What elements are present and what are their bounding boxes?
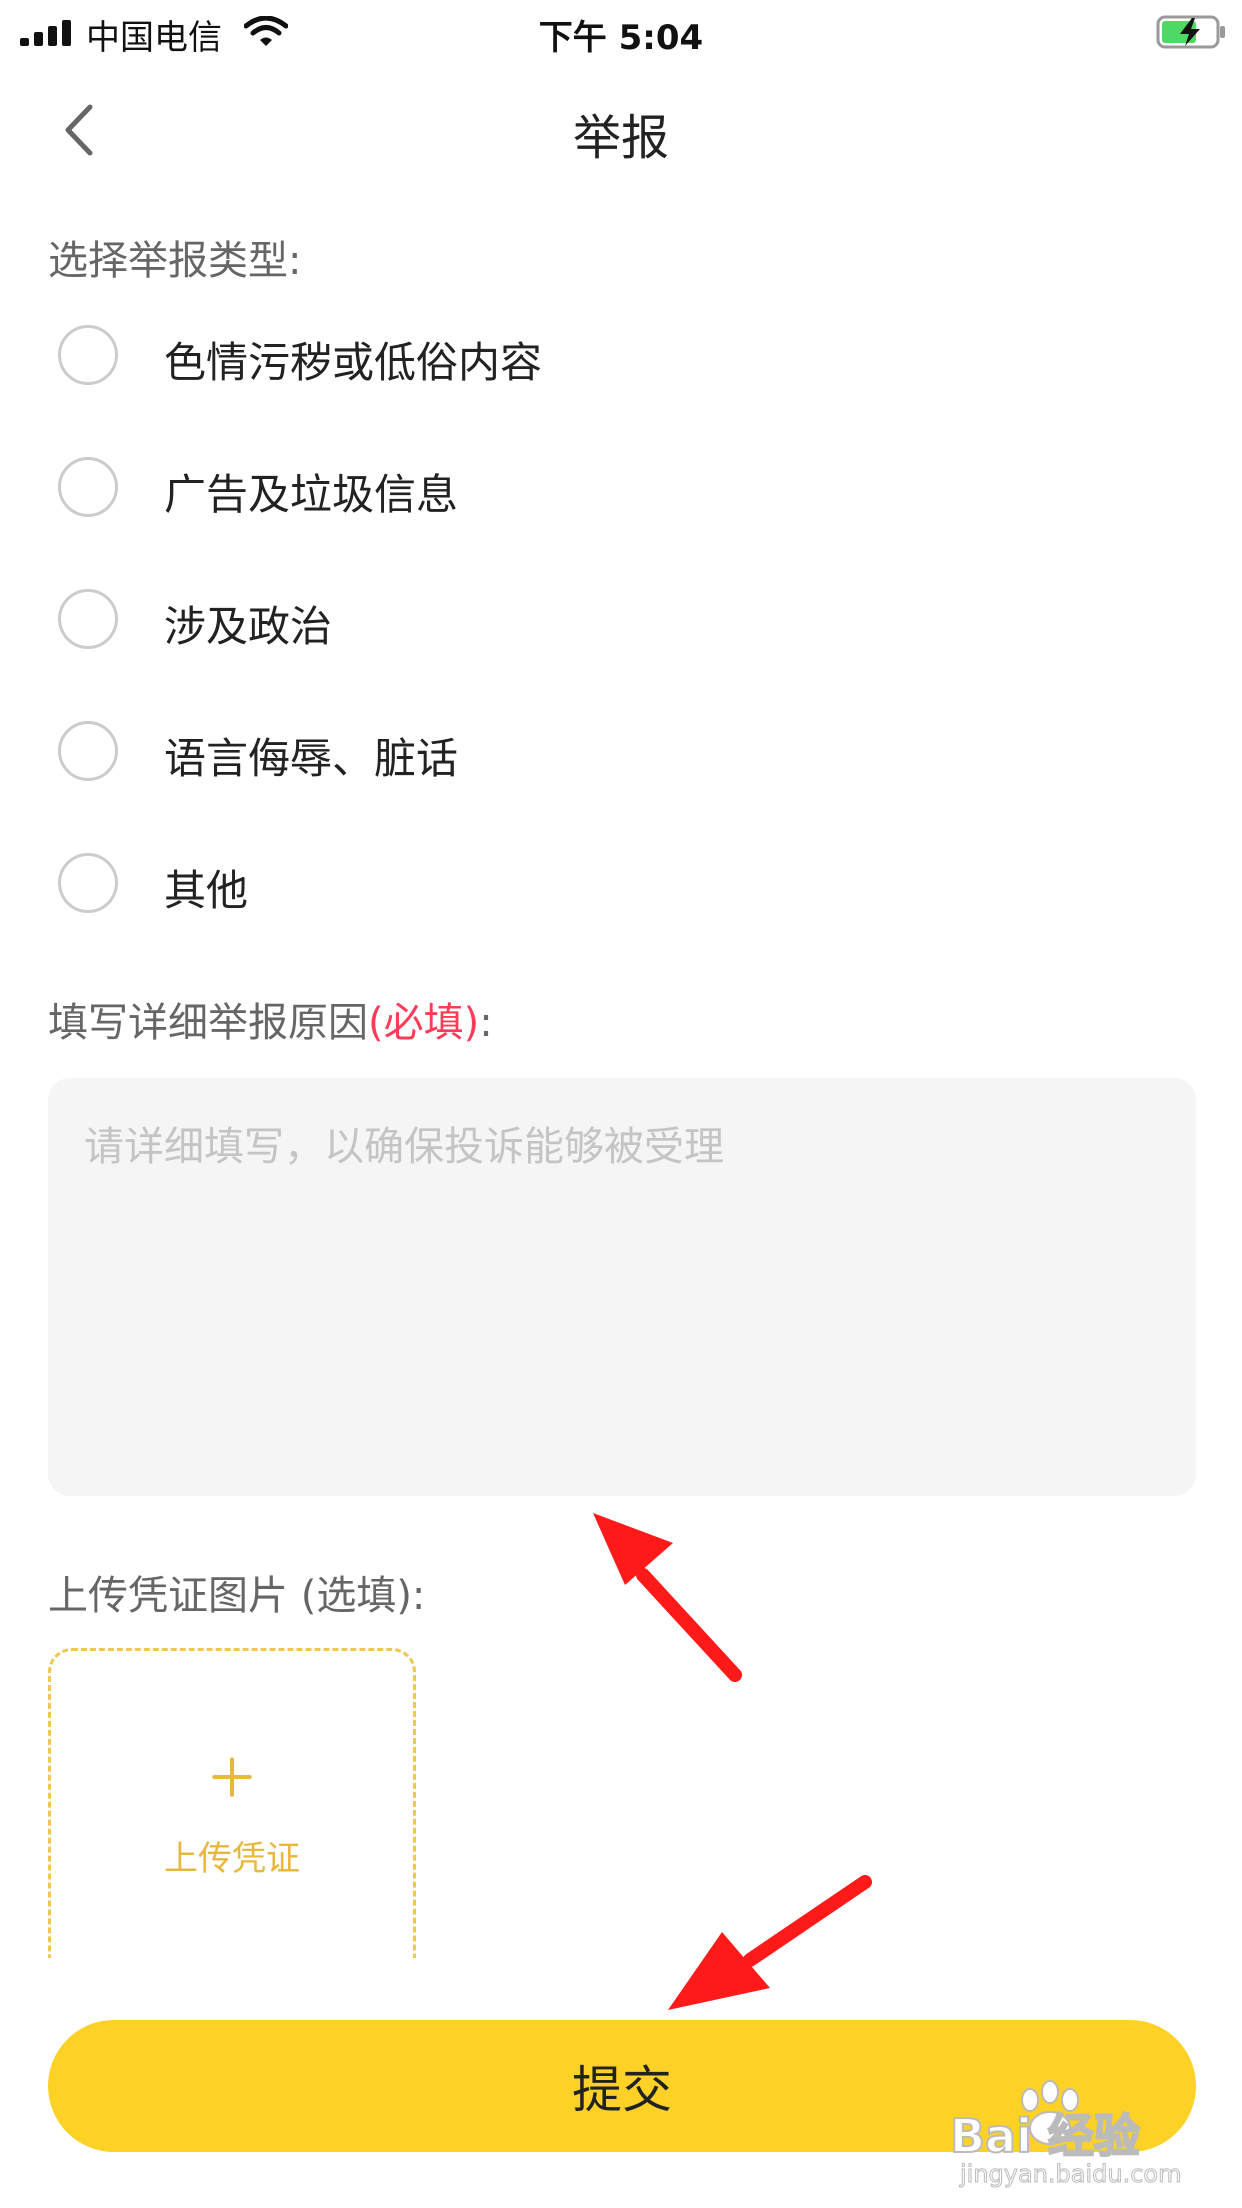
status-time: 下午 5:04 — [538, 18, 704, 58]
battery-charging-icon — [1156, 15, 1225, 49]
report-type-label: 选择举报类型: — [48, 238, 302, 284]
red-arrow-icon — [593, 1513, 742, 1682]
page-title: 举报 — [572, 110, 669, 166]
watermark-url: jingyan.baidu.com — [959, 2160, 1182, 2189]
option-label: 涉及政治 — [164, 602, 333, 651]
status-bar: 中国电信 下午 5:04 — [0, 0, 1242, 62]
reason-input[interactable] — [48, 1078, 1196, 1496]
option-label: 广告及垃圾信息 — [164, 470, 459, 519]
radio-button[interactable] — [58, 457, 118, 517]
red-arrow-icon — [668, 1875, 872, 2010]
radio-button[interactable] — [58, 325, 118, 385]
option-label: 语言侮辱、脏话 — [164, 734, 459, 783]
option-insult[interactable]: 语言侮辱、脏话 — [58, 713, 758, 793]
option-political[interactable]: 涉及政治 — [58, 581, 758, 661]
upload-label: 上传凭证图片 (选填): — [48, 1573, 426, 1619]
option-pornographic[interactable]: 色情污秽或低俗内容 — [58, 317, 758, 397]
radio-button[interactable] — [58, 721, 118, 781]
watermark-brand: Bai 经验 — [949, 2108, 1141, 2164]
reason-label-colon: : — [479, 1000, 493, 1046]
option-other[interactable]: 其他 — [58, 845, 758, 925]
option-label: 其他 — [164, 866, 249, 915]
upload-button-label: 上传凭证 — [164, 1839, 300, 1879]
radio-button[interactable] — [58, 853, 118, 913]
required-tag: (必填) — [368, 1000, 480, 1046]
reason-label-text: 填写详细举报原因 — [48, 1000, 368, 1046]
option-advertising[interactable]: 广告及垃圾信息 — [58, 449, 758, 529]
radio-button[interactable] — [58, 589, 118, 649]
upload-button[interactable]: 上传凭证 — [48, 1648, 416, 1958]
option-label: 色情污秽或低俗内容 — [164, 338, 543, 387]
plus-icon — [212, 1757, 252, 1797]
reason-label: 填写详细举报原因(必填): — [48, 990, 493, 1048]
baidu-watermark: Bai 经验 jingyan.baidu.com — [949, 2080, 1220, 2190]
